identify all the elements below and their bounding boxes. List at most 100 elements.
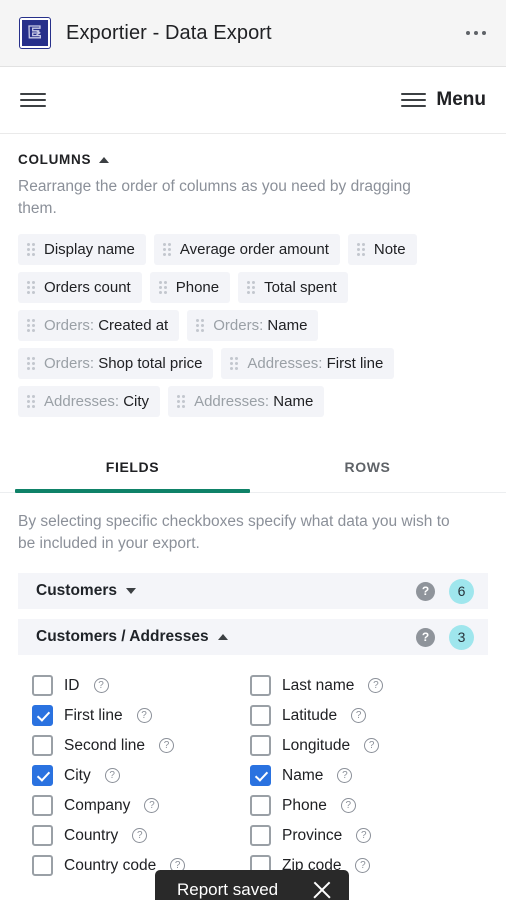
help-icon[interactable]: ?	[368, 678, 384, 693]
help-icon[interactable]: ?	[364, 738, 380, 753]
column-chip[interactable]: Orders: Shop total price	[18, 348, 214, 379]
column-chip-label: Note	[374, 241, 406, 258]
menu-button-label: Menu	[436, 89, 486, 110]
field-checkbox-item[interactable]: First line?	[18, 705, 250, 726]
field-checkbox-item[interactable]: Second line?	[18, 735, 250, 756]
column-chip-value: Total spent	[264, 279, 337, 296]
columns-section-header[interactable]: COLUMNS	[18, 152, 488, 167]
column-chip[interactable]: Orders: Created at	[18, 310, 180, 341]
checkbox-checked-icon[interactable]	[32, 705, 53, 726]
column-chip-value: Display name	[44, 241, 135, 258]
help-icon[interactable]: ?	[356, 828, 372, 843]
field-checkbox-item[interactable]: City?	[18, 765, 250, 786]
checkbox-unchecked-icon[interactable]	[32, 675, 53, 696]
tab-rows[interactable]: ROWS	[250, 445, 485, 492]
checkbox-unchecked-icon[interactable]	[250, 735, 271, 756]
drag-handle-icon[interactable]	[27, 319, 35, 332]
column-chip-value: First line	[326, 355, 384, 372]
help-icon[interactable]: ?	[355, 858, 371, 873]
field-checkbox-item[interactable]: Latitude?	[250, 705, 482, 726]
more-options-icon[interactable]	[464, 25, 488, 41]
help-icon[interactable]: ?	[416, 627, 435, 647]
column-chip[interactable]: Phone	[149, 272, 231, 303]
field-checkbox-label: First line	[64, 706, 123, 724]
column-chip-label: Phone	[176, 279, 219, 296]
column-chip-label: Addresses: City	[44, 393, 149, 410]
help-icon[interactable]: ?	[144, 798, 160, 813]
address-fields-checkbox-grid: ID? Last name? First line? Latitude? Second …	[0, 665, 506, 876]
help-icon[interactable]: ?	[136, 708, 152, 723]
column-chip-prefix: Orders:	[213, 317, 268, 334]
field-checkbox-item[interactable]: ID?	[18, 675, 250, 696]
field-checkbox-item[interactable]: Name?	[250, 765, 482, 786]
column-chip-label: Average order amount	[180, 241, 329, 258]
column-chip[interactable]: Addresses: City	[18, 386, 161, 417]
checkbox-unchecked-icon[interactable]	[32, 735, 53, 756]
column-chip-value: Phone	[175, 279, 220, 296]
field-checkbox-item[interactable]: Longitude?	[250, 735, 482, 756]
checkbox-unchecked-icon[interactable]	[250, 705, 271, 726]
field-checkbox-item[interactable]: Last name?	[250, 675, 482, 696]
column-chip[interactable]: Total spent	[238, 272, 348, 303]
column-chip-prefix: Orders:	[44, 317, 99, 334]
checkbox-checked-icon[interactable]	[32, 765, 53, 786]
column-chip[interactable]: Addresses: Name	[168, 386, 325, 417]
checkbox-unchecked-icon[interactable]	[250, 825, 271, 846]
help-icon[interactable]: ?	[132, 828, 148, 843]
column-chip[interactable]: Display name	[18, 234, 146, 265]
help-icon[interactable]: ?	[351, 708, 367, 723]
menu-lines-icon	[401, 93, 427, 107]
checkbox-unchecked-icon[interactable]	[250, 675, 271, 696]
toast-notification: Report saved	[155, 870, 349, 900]
tab-fields[interactable]: FIELDS	[15, 445, 250, 493]
drag-handle-icon[interactable]	[230, 357, 239, 370]
field-group-header[interactable]: Customers? 6	[18, 573, 488, 609]
column-chip[interactable]: Note	[347, 234, 417, 265]
column-chip-value: Average order amount	[179, 241, 329, 258]
field-checkbox-label: Longitude	[282, 736, 351, 754]
help-icon[interactable]: ?	[104, 768, 120, 783]
column-chip[interactable]: Addresses: First line	[221, 348, 395, 379]
drag-handle-icon[interactable]	[27, 357, 35, 370]
field-checkbox-item[interactable]: Phone?	[250, 795, 482, 816]
drag-handle-icon[interactable]	[162, 243, 171, 256]
checkbox-unchecked-icon[interactable]	[32, 825, 53, 846]
menu-button[interactable]: Menu	[401, 89, 486, 111]
column-chip[interactable]: Orders: Name	[187, 310, 319, 341]
nav-bar: Menu	[0, 67, 506, 134]
drag-handle-icon[interactable]	[27, 281, 35, 294]
drag-handle-icon[interactable]	[356, 243, 365, 256]
drag-handle-icon[interactable]	[27, 243, 35, 256]
drag-handle-icon[interactable]	[27, 395, 35, 408]
help-icon[interactable]: ?	[340, 798, 356, 813]
column-chip-label: Orders count	[44, 279, 131, 296]
exportier-logo-icon	[20, 18, 50, 48]
fields-description: By selecting specific checkboxes specify…	[18, 513, 450, 552]
column-chip[interactable]: Orders count	[18, 272, 142, 303]
help-icon[interactable]: ?	[416, 581, 435, 601]
drag-handle-icon[interactable]	[196, 319, 205, 332]
drag-handle-icon[interactable]	[158, 281, 167, 294]
checkbox-unchecked-icon[interactable]	[32, 795, 53, 816]
field-checkbox-item[interactable]: Country?	[18, 825, 250, 846]
close-icon[interactable]	[311, 879, 333, 900]
column-chip[interactable]: Average order amount	[153, 234, 340, 265]
checkbox-unchecked-icon[interactable]	[32, 855, 53, 876]
drag-handle-icon[interactable]	[247, 281, 256, 294]
checkbox-unchecked-icon[interactable]	[250, 795, 271, 816]
field-checkbox-item[interactable]: Company?	[18, 795, 250, 816]
help-icon[interactable]: ?	[159, 738, 175, 753]
column-chip-prefix: Addresses:	[247, 355, 327, 372]
field-checkbox-item[interactable]: Province?	[250, 825, 482, 846]
toast-message: Report saved	[177, 880, 279, 899]
field-checkbox-label: ID	[64, 676, 80, 694]
column-chip-prefix: Orders:	[44, 355, 99, 372]
help-icon[interactable]: ?	[93, 678, 109, 693]
hamburger-menu-icon[interactable]	[20, 93, 46, 107]
column-chip-value: Created at	[98, 317, 169, 334]
checkbox-checked-icon[interactable]	[250, 765, 271, 786]
caret-up-icon	[99, 156, 110, 163]
help-icon[interactable]: ?	[337, 768, 353, 783]
drag-handle-icon[interactable]	[177, 395, 186, 408]
field-group-header[interactable]: Customers / Addresses? 3	[18, 619, 488, 655]
